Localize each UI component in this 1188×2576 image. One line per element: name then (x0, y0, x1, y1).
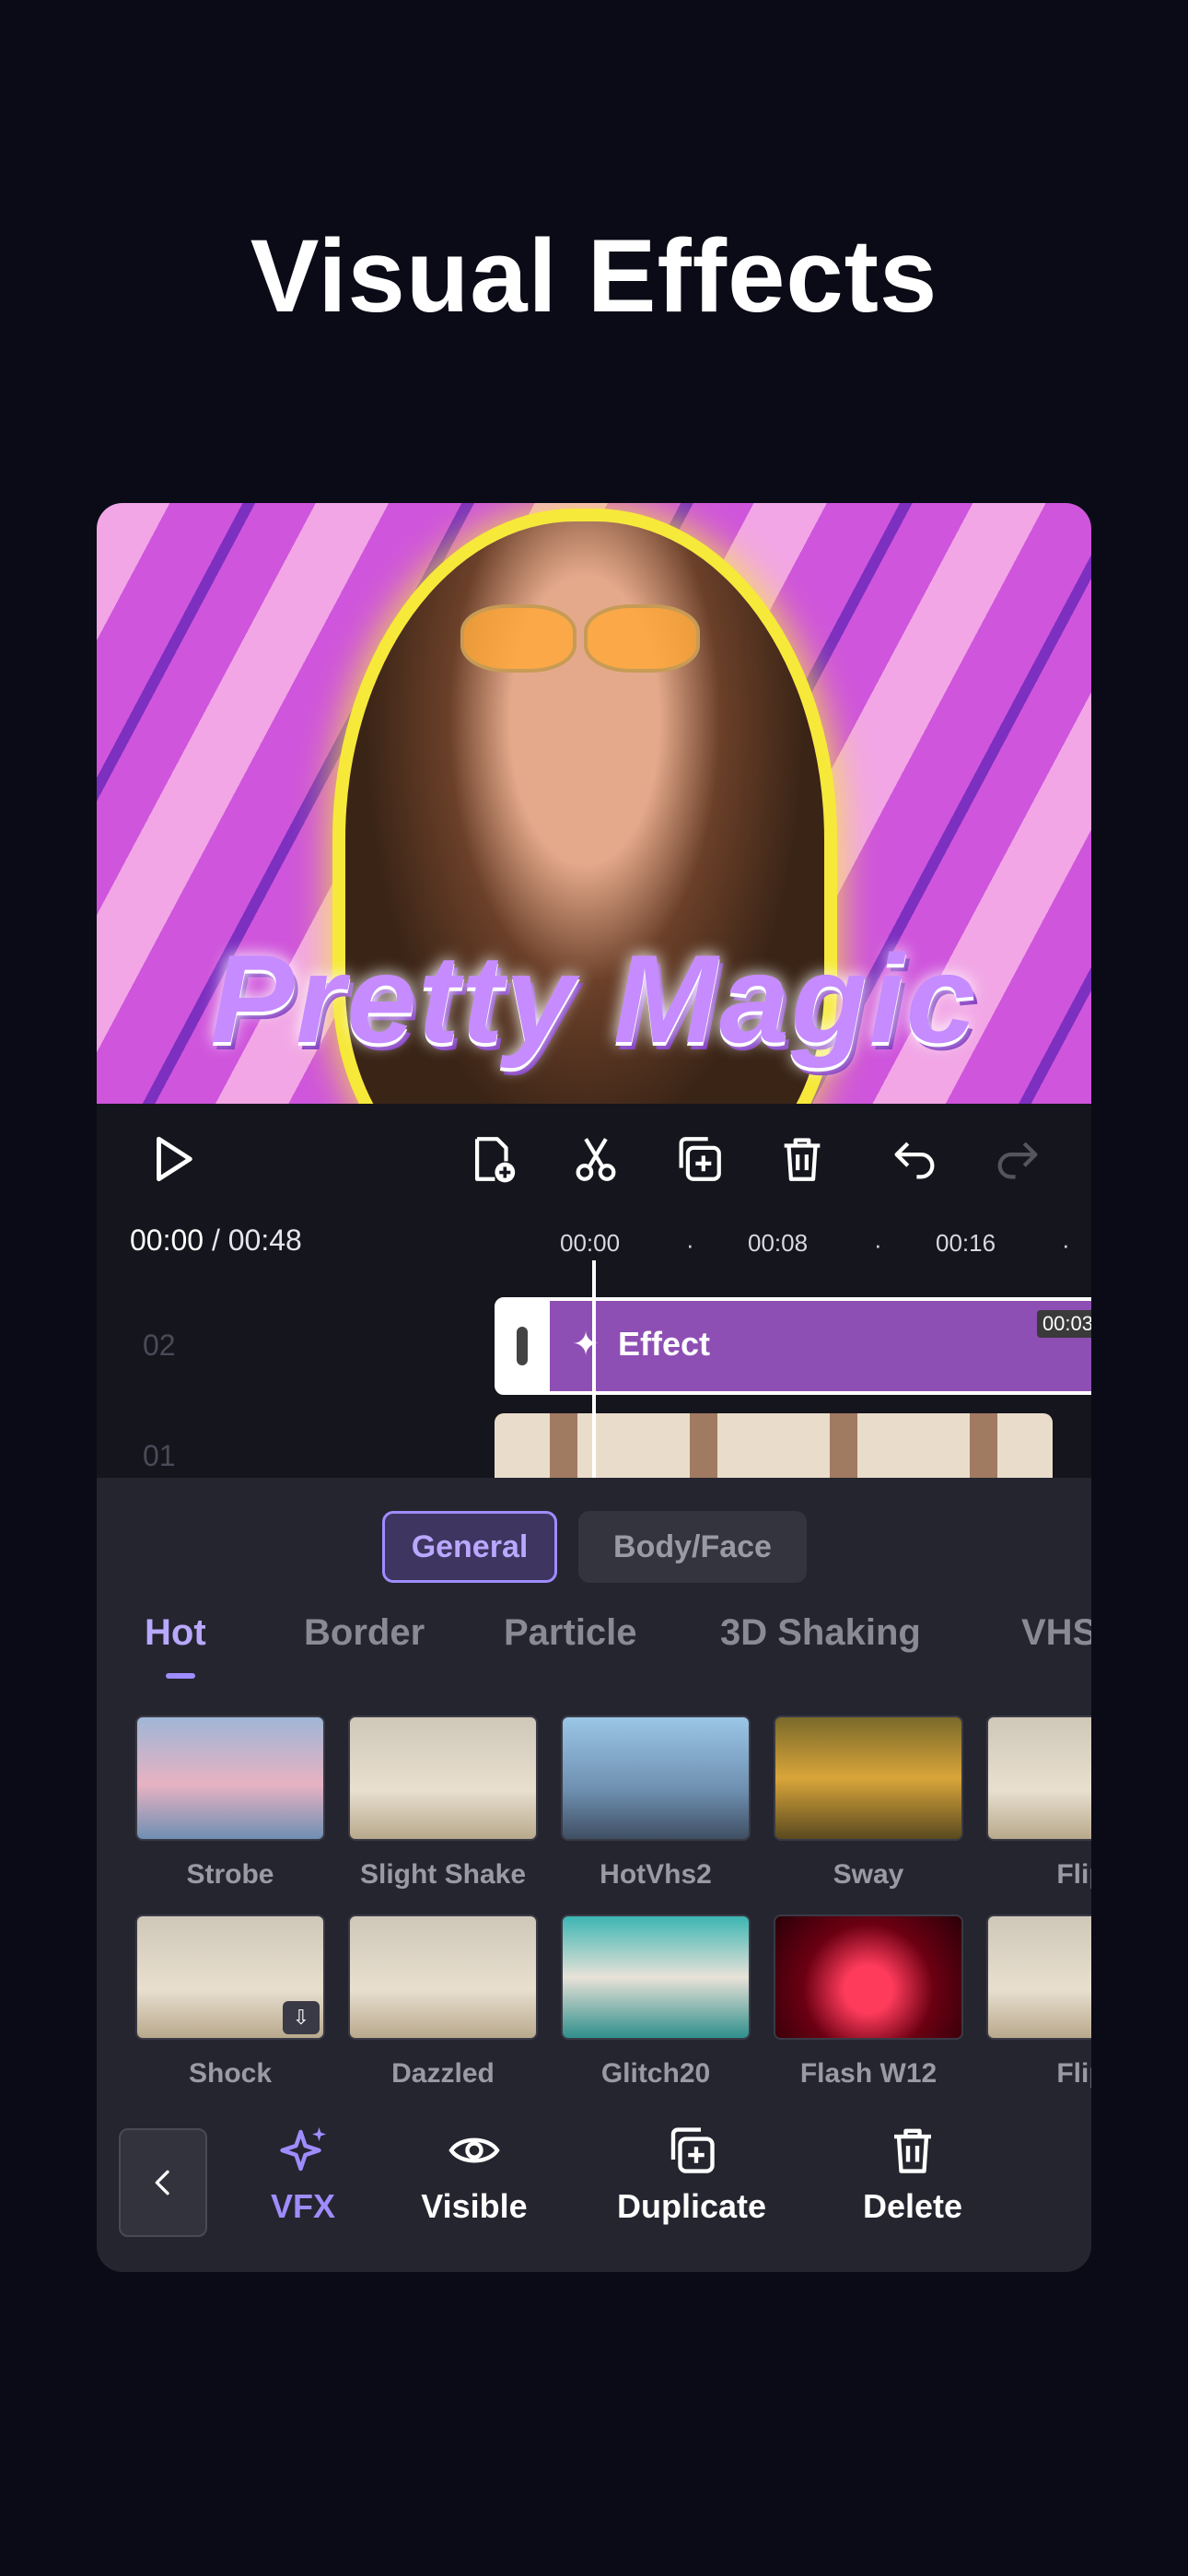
track-label: 01 (143, 1439, 176, 1472)
duplicate-icon (679, 1137, 721, 1181)
trash-icon (894, 2128, 931, 2173)
tab-3d-shaking[interactable]: 3D Shaking (720, 1612, 921, 1654)
effect-tile[interactable] (774, 1715, 963, 1841)
track-label: 02 (143, 1329, 176, 1362)
back-button[interactable] (119, 2128, 207, 2237)
undo-icon (894, 1142, 935, 1179)
effect-tile[interactable] (135, 1715, 325, 1841)
effect-tile[interactable] (986, 1715, 1091, 1841)
tab-hot[interactable]: Hot (145, 1612, 206, 1654)
effect-tile[interactable] (561, 1715, 751, 1841)
ruler-tick: 00:08 (748, 1229, 809, 1257)
editor-card: Pretty Magic 00:00 / 00:48 00:00 · 00:08… (97, 503, 1091, 2272)
effect-label: Dazzled (391, 2058, 495, 2089)
effect-label: Flip (1056, 2058, 1091, 2089)
redo-icon (997, 1142, 1038, 1179)
eye-icon (448, 2137, 500, 2163)
clip-duration-badge: 00:03 (1036, 1310, 1091, 1338)
effect-label: Shock (188, 2058, 273, 2089)
ruler-dot: · (686, 1231, 694, 1259)
segment-general[interactable]: General (382, 1511, 557, 1583)
delete-action-button[interactable]: Delete (848, 2123, 977, 2233)
category-tabs: Hot Border Particle 3D Shaking VHS (97, 1603, 1091, 1679)
effect-label: Sway (833, 1859, 904, 1890)
trash-icon (784, 1138, 821, 1181)
undo-button[interactable] (885, 1130, 944, 1188)
effect-clip[interactable]: ✦ Effect 00:03 (495, 1297, 1091, 1395)
delete-clip-button[interactable] (773, 1130, 832, 1188)
visible-label: Visible (421, 2187, 528, 2225)
vfx-button[interactable]: VFX (261, 2123, 345, 2233)
effect-label: Flip (1056, 1859, 1091, 1890)
effect-label: Strobe (186, 1859, 274, 1890)
duplicate-icon (670, 2127, 715, 2173)
duplicate-button[interactable] (670, 1130, 728, 1188)
timecode: 00:00 / 00:48 (130, 1224, 302, 1258)
effects-panel: General Body/Face Hot Border Particle 3D… (97, 1478, 1091, 2272)
preview-overlay-text: Pretty Magic (210, 929, 978, 1069)
sparkle-icon (280, 2127, 326, 2172)
clip-trim-handle[interactable] (498, 1301, 550, 1391)
effect-tile[interactable] (774, 1914, 963, 2040)
ruler-tick: 00:16 (936, 1229, 996, 1257)
editor-toolbar (97, 1104, 1091, 1214)
ruler-dot: · (1062, 1231, 1070, 1259)
active-tab-indicator (166, 1673, 195, 1679)
time-separator: / (204, 1224, 228, 1257)
segment-body-face[interactable]: Body/Face (578, 1511, 807, 1583)
chevron-left-icon (155, 2170, 169, 2195)
page-headline: Visual Effects (250, 218, 938, 334)
preview-sunglasses (460, 604, 700, 673)
play-icon (157, 1136, 192, 1182)
tab-vhs[interactable]: VHS (1021, 1612, 1091, 1654)
redo-button[interactable] (988, 1130, 1047, 1188)
effect-tile[interactable] (561, 1914, 751, 2040)
duplicate-action-button[interactable]: Duplicate (581, 2123, 802, 2233)
effect-clip-label: Effect (618, 1325, 711, 1363)
current-time: 00:00 (130, 1224, 204, 1257)
add-clip-button[interactable] (463, 1130, 522, 1188)
playhead[interactable] (592, 1260, 596, 1481)
effect-label: Glitch20 (600, 2058, 711, 2089)
split-icon (576, 1138, 616, 1181)
video-preview[interactable]: Pretty Magic (97, 503, 1091, 1104)
split-button[interactable] (566, 1130, 625, 1188)
tab-particle[interactable]: Particle (504, 1612, 637, 1654)
effect-tile[interactable] (986, 1914, 1091, 2040)
vfx-label: VFX (270, 2187, 335, 2225)
effect-tile[interactable]: ⇩ (135, 1914, 325, 2040)
effect-label: Flash W12 (799, 2058, 938, 2089)
delete-label: Delete (862, 2187, 963, 2225)
duplicate-label: Duplicate (616, 2187, 767, 2225)
ruler-dot: · (874, 1231, 882, 1259)
effect-label: HotVhs2 (600, 1859, 712, 1890)
ruler-tick: 00:00 (560, 1229, 621, 1257)
visible-button[interactable]: Visible (401, 2123, 548, 2233)
total-time: 00:48 (227, 1224, 302, 1257)
effect-label: Slight Shake (359, 1859, 527, 1890)
tab-border[interactable]: Border (304, 1612, 425, 1654)
add-clip-icon (474, 1137, 516, 1183)
play-button[interactable] (143, 1130, 202, 1188)
download-icon: ⇩ (283, 2001, 320, 2034)
effect-tile[interactable] (348, 1715, 538, 1841)
effect-tile[interactable] (348, 1914, 538, 2040)
